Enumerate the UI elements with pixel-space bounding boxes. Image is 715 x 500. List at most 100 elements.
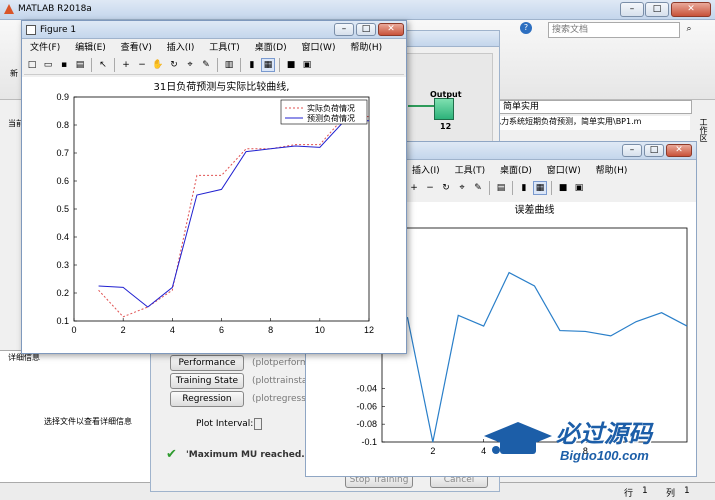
show-tools-icon[interactable]: ▣ (300, 58, 314, 72)
search-icon[interactable]: ⌕ (682, 22, 696, 38)
chart1-x-tick-label: 4 (170, 325, 175, 335)
chart1-x-tick-label: 0 (71, 325, 76, 335)
search-field[interactable]: 搜索文档 (548, 22, 680, 38)
chart1-title: 31日负荷预测与实际比较曲线, (154, 80, 290, 93)
status-col-label: 列 (666, 489, 676, 499)
datacursor-icon[interactable]: ⌖ (183, 58, 197, 72)
plot-interval-label: Plot Interval: (196, 419, 254, 429)
fig2-menu-help[interactable]: 帮助(H) (590, 164, 634, 178)
chart1-x-tick-label: 2 (121, 325, 126, 335)
matlab-logo-icon (4, 4, 14, 14)
zoom-in-icon[interactable]: + (119, 58, 133, 72)
fig2-minimize-button[interactable]: – (622, 144, 642, 157)
chart2-y-tick-label: -0.1 (361, 437, 377, 447)
left-label-new: 新 (10, 69, 18, 78)
figure-icon (26, 25, 36, 35)
chart1-legend-label: 实际负荷情况 (307, 103, 355, 113)
fig1-menu-view[interactable]: 查看(V) (115, 41, 158, 55)
colorbar-icon[interactable]: ▮ (245, 58, 259, 72)
new-icon[interactable]: □ (25, 58, 39, 72)
link-icon[interactable]: ▥ (222, 58, 236, 72)
training-state-button[interactable]: Training State (170, 373, 244, 389)
rotate-icon[interactable]: ↻ (439, 181, 453, 195)
pan-icon[interactable]: ✋ (151, 58, 165, 72)
chart1-series-1-line (98, 116, 369, 318)
print-icon[interactable]: ▤ (494, 181, 508, 195)
watermark-text: 必过源码 (556, 420, 652, 448)
chart1-x-tick-label: 8 (268, 325, 273, 335)
brush-icon[interactable]: ✎ (471, 181, 485, 195)
hide-tools-icon[interactable]: ■ (556, 181, 570, 195)
fig2-menu-desktop[interactable]: 桌面(D) (494, 164, 538, 178)
chart1-y-tick-label: 0.1 (56, 316, 69, 326)
fig1-menu-tools[interactable]: 工具(T) (203, 41, 246, 55)
chart1-y-tick-label: 0.5 (56, 204, 69, 214)
matlab-title: MATLAB R2018a (18, 4, 92, 14)
fig1-menubar: 文件(F) 编辑(E) 查看(V) 插入(I) 工具(T) 桌面(D) 窗口(W… (24, 41, 404, 55)
chart1-y-tick-label: 0.4 (56, 232, 69, 242)
brush-icon[interactable]: ✎ (199, 58, 213, 72)
chart1-series-2-line (98, 120, 369, 308)
performance-button[interactable]: Performance (170, 355, 244, 371)
ribbon-help-icon[interactable]: ? (520, 22, 532, 34)
chart1-y-tick-label: 0.2 (56, 288, 69, 298)
nn-output-block (434, 98, 454, 120)
fig1-menu-desktop[interactable]: 桌面(D) (249, 41, 293, 55)
status-row-value: 1 (642, 486, 648, 496)
rotate-icon[interactable]: ↻ (167, 58, 181, 72)
fig1-menu-help[interactable]: 帮助(H) (344, 41, 388, 55)
zoom-out-icon[interactable]: − (135, 58, 149, 72)
chart2-y-tick-label: -0.06 (356, 401, 377, 411)
fig2-menu-tools[interactable]: 工具(T) (449, 164, 492, 178)
chart1-y-tick-label: 0.8 (56, 120, 69, 130)
zoom-out-icon[interactable]: − (423, 181, 437, 195)
fig1-menu-file[interactable]: 文件(F) (24, 41, 66, 55)
fig2-menu-window[interactable]: 窗口(W) (541, 164, 587, 178)
minimize-button[interactable]: – (620, 2, 644, 17)
chart1-y-tick-label: 0.7 (56, 148, 69, 158)
path-bar[interactable]: ，简单实用 (490, 100, 692, 114)
fig2-menubar: 插入(I) 工具(T) 桌面(D) 窗口(W) 帮助(H) (406, 164, 696, 178)
nn-diagram-line (408, 105, 434, 107)
save-icon[interactable]: ▪ (57, 58, 71, 72)
datacursor-icon[interactable]: ⌖ (455, 181, 469, 195)
print-icon[interactable]: ▤ (73, 58, 87, 72)
fig1-close-button[interactable]: ✕ (378, 23, 404, 36)
workspace-label[interactable]: 工作区 (697, 118, 709, 142)
fig1-menu-insert[interactable]: 插入(I) (161, 41, 201, 55)
nn-output-label: Output (430, 90, 462, 99)
fig1-menu-window[interactable]: 窗口(W) (296, 41, 342, 55)
colorbar-icon[interactable]: ▮ (517, 181, 531, 195)
fig2-menu-insert[interactable]: 插入(I) (406, 164, 446, 178)
chart1-y-tick-label: 0.6 (56, 176, 69, 186)
open-icon[interactable]: ▭ (41, 58, 55, 72)
chart1-y-tick-label: 0.3 (56, 260, 69, 270)
plot-interval-slider[interactable] (254, 418, 262, 430)
fig2-maximize-button[interactable]: □ (644, 144, 664, 157)
close-button[interactable]: ✕ (671, 2, 711, 17)
chart1-y-tick-label: 0.9 (56, 92, 69, 102)
fig1-minimize-button[interactable]: – (334, 23, 354, 36)
status-row-label: 行 (624, 489, 634, 499)
pointer-icon[interactable]: ↖ (96, 58, 110, 72)
watermark-url: Biguo100.com (560, 448, 649, 463)
show-tools-icon[interactable]: ▣ (572, 181, 586, 195)
regression-button[interactable]: Regression (170, 391, 244, 407)
fig2-close-button[interactable]: ✕ (666, 144, 692, 157)
maximize-button[interactable]: □ (645, 2, 669, 17)
chart1-x-tick-label: 10 (315, 325, 325, 335)
hide-tools-icon[interactable]: ■ (284, 58, 298, 72)
zoom-in-icon[interactable]: + (407, 181, 421, 195)
chart2-y-tick-label: -0.08 (356, 419, 377, 429)
chart1-x-tick-label: 6 (219, 325, 224, 335)
matlab-titlebar: MATLAB R2018a – □ ✕ (0, 0, 715, 20)
legend-icon[interactable]: ▦ (261, 58, 275, 72)
nn-output-size: 12 (440, 122, 452, 131)
fig1-menu-edit[interactable]: 编辑(E) (69, 41, 112, 55)
path-bar-2: 电力系统短期负荷预测，简单实用\BP1.m (490, 116, 690, 130)
fig1-maximize-button[interactable]: □ (356, 23, 376, 36)
legend-icon[interactable]: ▦ (533, 181, 547, 195)
chart1-legend-label: 预测负荷情况 (307, 113, 355, 123)
figure1-title: Figure 1 (40, 25, 77, 35)
detail-text: 选择文件以查看详细信息 (44, 417, 132, 426)
